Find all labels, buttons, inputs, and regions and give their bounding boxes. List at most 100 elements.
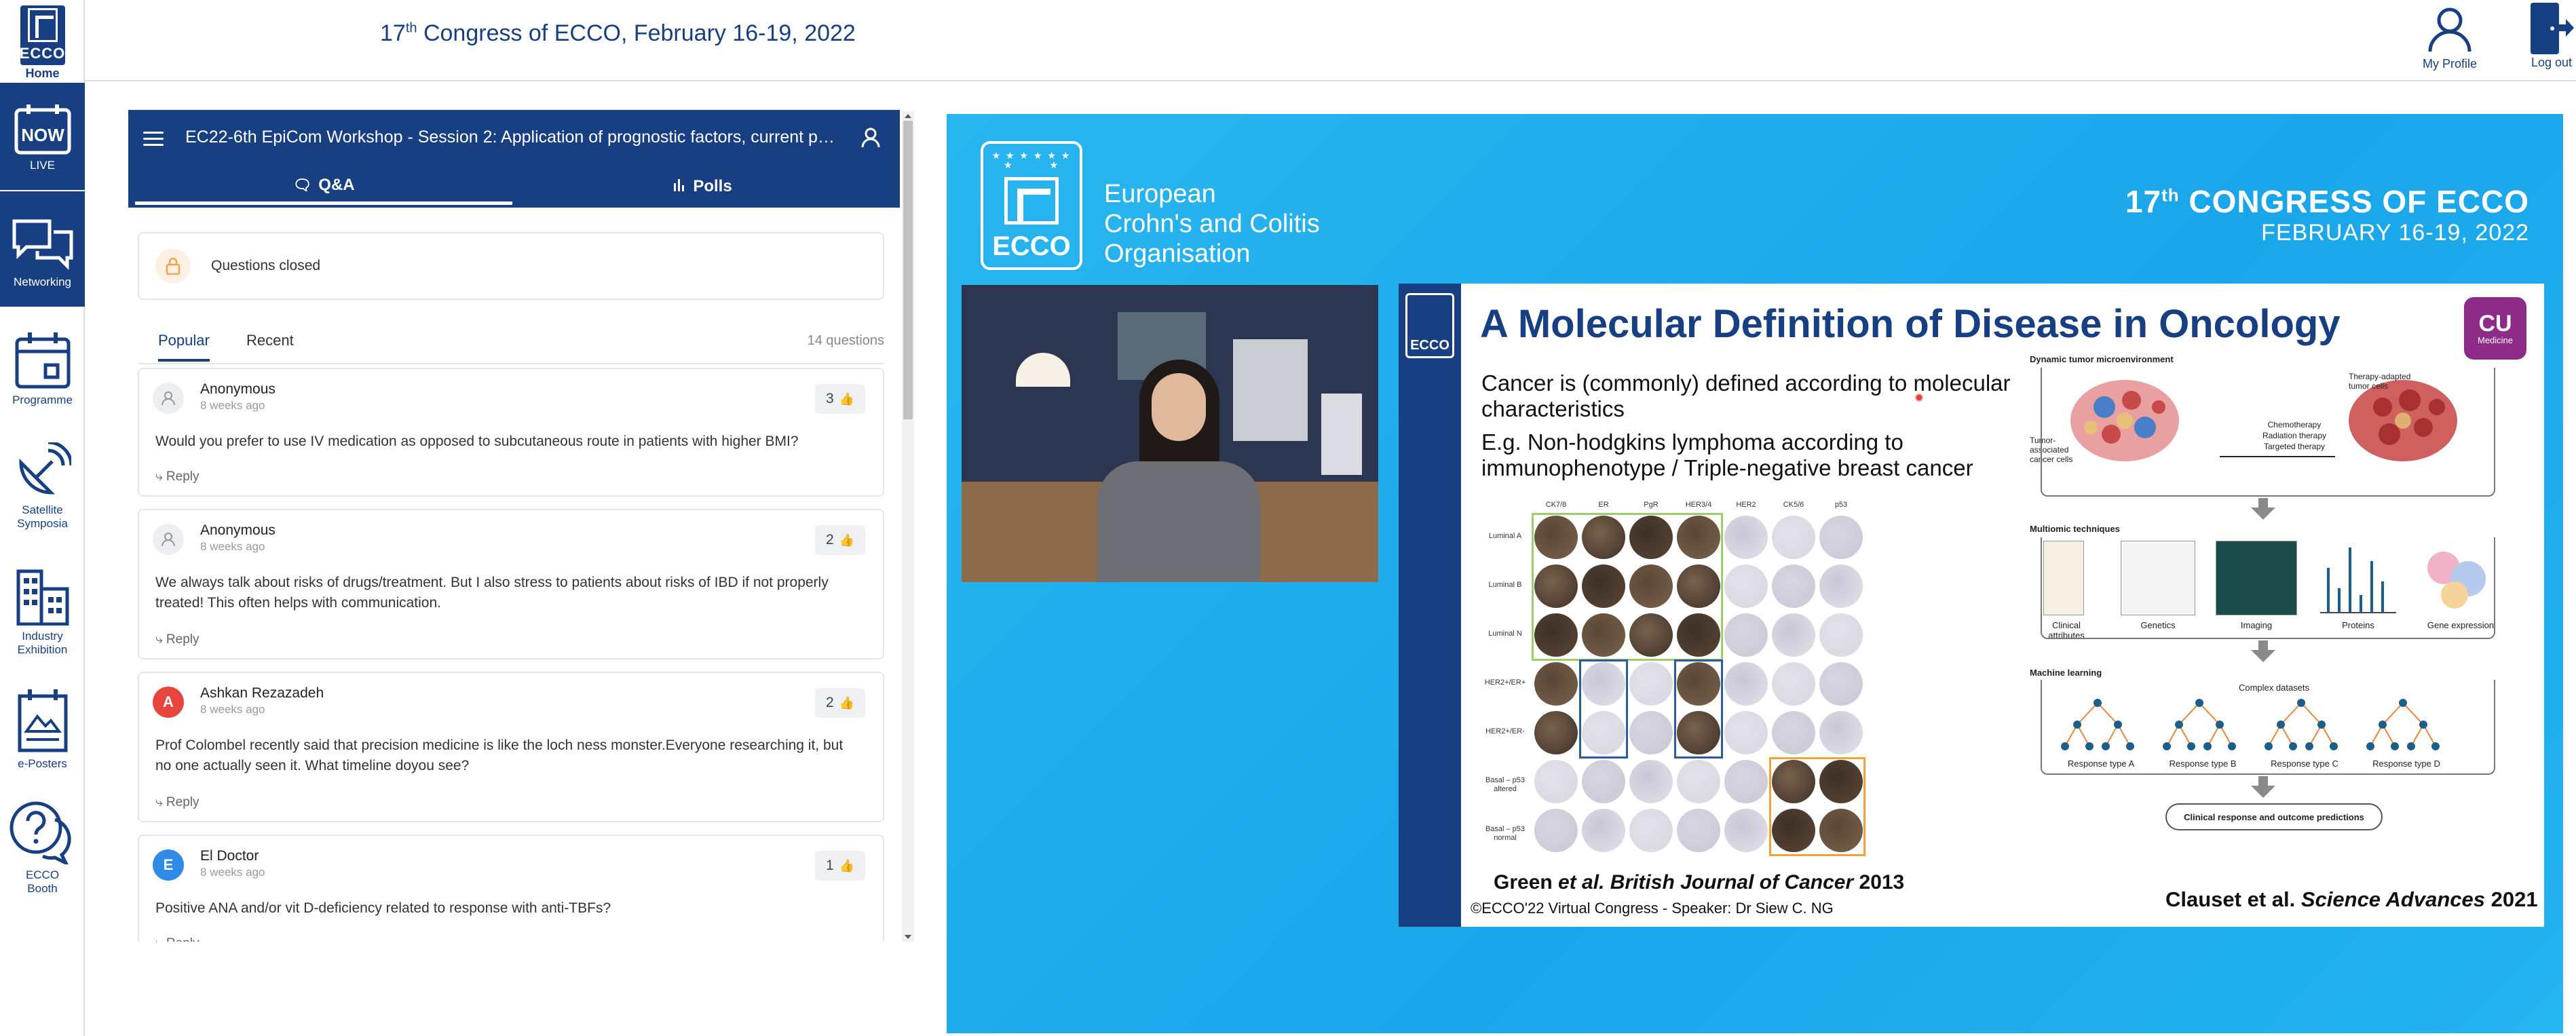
log-out-button[interactable]: Log out bbox=[2514, 1, 2576, 70]
upvote-button[interactable]: 1 👍 bbox=[815, 851, 865, 881]
tab-polls[interactable]: Polls bbox=[512, 168, 892, 205]
vote-count: 2 bbox=[825, 532, 834, 548]
upvote-button[interactable]: 3 👍 bbox=[815, 384, 865, 414]
tissue-core bbox=[1724, 613, 1768, 657]
question-card: A Ashkan Rezazadeh 8 weeks ago 2 👍 Prof C… bbox=[138, 672, 884, 822]
now-calendar-icon: NOW bbox=[14, 104, 71, 155]
tissue-group-outline bbox=[1674, 659, 1723, 759]
scroll-up-arrow-icon[interactable] bbox=[905, 114, 911, 118]
slide-side-band: ECCO bbox=[1399, 284, 1461, 927]
sidebar-item-programme[interactable]: Programme bbox=[0, 332, 85, 434]
session-header: EC22-6th EpiCom Workshop - Session 2: Ap… bbox=[128, 110, 900, 208]
tissue-core bbox=[1534, 711, 1578, 754]
question-card: Anonymous 8 weeks ago 3 👍 Would you prefe… bbox=[138, 368, 884, 497]
log-out-label: Log out bbox=[2531, 56, 2573, 69]
question-count: 14 questions bbox=[807, 333, 884, 348]
tissue-column-label: CK7/8 bbox=[1545, 501, 1567, 509]
reply-button[interactable]: ⤷ Reply bbox=[155, 936, 200, 942]
tissue-column-label: PgR bbox=[1644, 501, 1659, 509]
tissue-column-label: HER3/4 bbox=[1685, 501, 1712, 509]
question-card: E El Doctor 8 weeks ago 1 👍 Positive ANA … bbox=[138, 834, 884, 942]
tissue-core bbox=[1724, 711, 1768, 754]
tissue-core bbox=[1724, 516, 1768, 559]
questions-closed-text: Questions closed bbox=[211, 258, 321, 273]
sidebar-item-satellite-symposia[interactable]: Satellite Symposia bbox=[0, 442, 85, 558]
slide-reference-right: Clauset et al. Science Advances 2021 bbox=[2165, 887, 2538, 911]
tissue-core bbox=[1677, 760, 1720, 803]
tissue-core bbox=[1724, 809, 1768, 852]
filter-popular[interactable]: Popular bbox=[158, 332, 210, 362]
org-logo-text: ECCO bbox=[992, 231, 1071, 261]
slide-ecco-logo: ECCO bbox=[1405, 293, 1454, 358]
tissue-core bbox=[1819, 564, 1863, 608]
down-arrow-icon bbox=[2251, 786, 2275, 798]
tissue-group-outline bbox=[1769, 757, 1865, 856]
help-chat-icon bbox=[10, 801, 71, 864]
question-time: 8 weeks ago bbox=[200, 540, 265, 553]
laser-pointer bbox=[1915, 394, 1923, 402]
tissue-core bbox=[1772, 662, 1815, 706]
section-bracket bbox=[2041, 680, 2495, 775]
question-text: We always talk about risks of drugs/trea… bbox=[155, 575, 829, 611]
reply-button[interactable]: ⤷ Reply bbox=[155, 632, 200, 647]
question-author: Ashkan Rezazadeh bbox=[200, 685, 324, 701]
tissue-core bbox=[1772, 613, 1815, 657]
live-stream-video[interactable]: ★ ★ ★ ★ ★ ★ ★ ★ ECCO European Crohn's and… bbox=[947, 114, 2563, 1033]
sidebar-item-e-posters[interactable]: e-Posters bbox=[0, 689, 85, 791]
anonymous-avatar bbox=[153, 383, 184, 414]
my-profile-button[interactable]: My Profile bbox=[2406, 5, 2494, 71]
figure-section-label: Dynamic tumor microenvironment bbox=[2030, 354, 2174, 364]
down-arrow-icon bbox=[2251, 650, 2275, 662]
reply-button[interactable]: ⤷ Reply bbox=[155, 795, 200, 810]
question-author: Anonymous bbox=[200, 381, 276, 397]
tissue-microarray-figure: CK7/8 ER PgR HER3/4 HER2 CK5/6 p53 Luminal A Lum… bbox=[1481, 501, 1889, 867]
tissue-core bbox=[1724, 564, 1768, 608]
tissue-core bbox=[1629, 711, 1673, 754]
question-list: Anonymous 8 weeks ago 3 👍 Would you prefe… bbox=[138, 368, 884, 942]
figure-section-label: Multiomic techniques bbox=[2030, 524, 2120, 534]
sidebar-item-industry-exhibition[interactable]: Industry Exhibition bbox=[0, 569, 85, 684]
tissue-core bbox=[1724, 760, 1768, 803]
poster-icon bbox=[18, 689, 67, 752]
outcome-box: Clinical response and outcome prediction… bbox=[2165, 803, 2383, 830]
tissue-core bbox=[1819, 711, 1863, 754]
tissue-row-label: Basal – p53 normal bbox=[1485, 825, 1526, 842]
scroll-down-arrow-icon[interactable] bbox=[905, 935, 911, 939]
tissue-column-label: CK5/6 bbox=[1783, 501, 1804, 509]
tissue-core bbox=[1534, 760, 1578, 803]
home-label: Home bbox=[25, 66, 60, 80]
bar-chart-icon bbox=[673, 178, 686, 195]
speaker-webcam bbox=[962, 285, 1378, 582]
tissue-core bbox=[1819, 613, 1863, 657]
user-icon[interactable] bbox=[861, 128, 880, 148]
home-button[interactable]: ECCO Home bbox=[0, 0, 85, 81]
vote-count: 3 bbox=[825, 391, 834, 406]
qa-scrollbar[interactable] bbox=[902, 111, 914, 942]
sidebar-item-live[interactable]: NOW LIVE bbox=[0, 83, 85, 190]
questions-closed-notice: Questions closed bbox=[138, 232, 884, 300]
tab-qa[interactable]: 🗨 Q&A bbox=[135, 168, 512, 205]
tissue-core bbox=[1534, 662, 1578, 706]
stream-congress-title: 17th CONGRESS OF ECCO FEBRUARY 16-19, 20… bbox=[2125, 184, 2529, 246]
tissue-core bbox=[1772, 516, 1815, 559]
congress-title: 17th Congress of ECCO, February 16-19, 2… bbox=[380, 20, 856, 46]
thumbs-up-icon: 👍 bbox=[839, 858, 855, 872]
scrollbar-thumb[interactable] bbox=[903, 121, 913, 419]
filter-recent[interactable]: Recent bbox=[246, 332, 294, 349]
sidebar-item-ecco-booth[interactable]: ECCO Booth bbox=[0, 799, 85, 915]
session-title: EC22-6th EpiCom Workshop - Session 2: Ap… bbox=[185, 128, 837, 147]
upvote-button[interactable]: 2 👍 bbox=[815, 525, 865, 555]
question-time: 8 weeks ago bbox=[200, 399, 265, 412]
tissue-column-label: ER bbox=[1598, 501, 1609, 509]
question-text: Positive ANA and/or vit D-deficiency rel… bbox=[155, 900, 611, 916]
lock-icon bbox=[155, 248, 191, 284]
upvote-button[interactable]: 2 👍 bbox=[815, 688, 865, 718]
sidebar-item-networking[interactable]: Networking bbox=[0, 191, 85, 307]
hamburger-menu-icon[interactable] bbox=[143, 132, 164, 147]
reply-button[interactable]: ⤷ Reply bbox=[155, 469, 200, 484]
down-arrow-stem bbox=[2258, 640, 2268, 650]
my-profile-label: My Profile bbox=[2422, 57, 2477, 71]
user-icon bbox=[162, 391, 175, 406]
chat-bubbles-icon bbox=[12, 219, 73, 271]
tissue-core bbox=[1629, 662, 1673, 706]
